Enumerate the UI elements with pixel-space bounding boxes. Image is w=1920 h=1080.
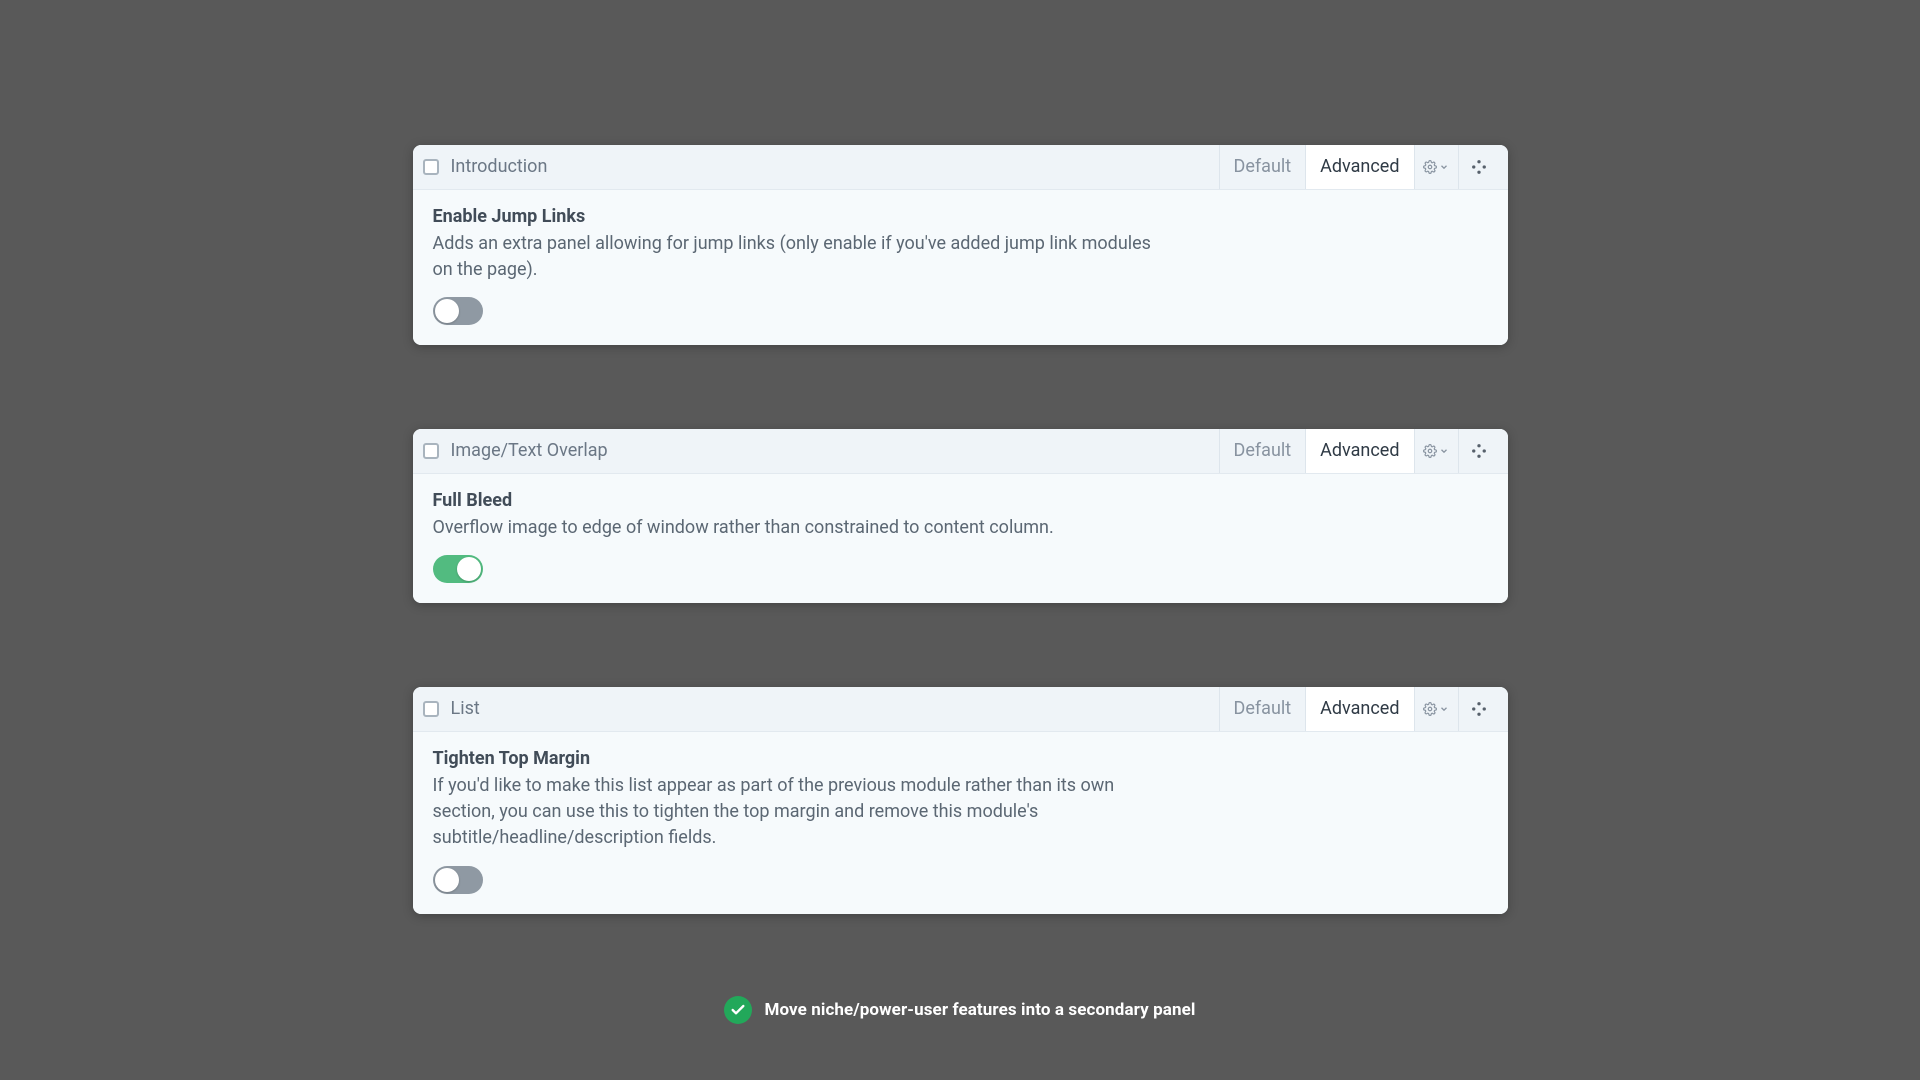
toggle-knob: [435, 868, 459, 892]
gear-icon: [1423, 160, 1437, 174]
tab-default[interactable]: Default: [1219, 429, 1306, 473]
drag-handle[interactable]: [1458, 429, 1500, 473]
setting-toggle[interactable]: [433, 555, 483, 583]
tabgroup: Default Advanced: [1219, 145, 1500, 189]
setting-toggle[interactable]: [433, 866, 483, 894]
setting-title: Tighten Top Margin: [433, 748, 1488, 769]
drag-handle[interactable]: [1458, 145, 1500, 189]
drag-icon: [1470, 700, 1488, 718]
chevron-down-icon: [1439, 446, 1449, 456]
settings-menu[interactable]: [1414, 429, 1458, 473]
drag-icon: [1470, 442, 1488, 460]
toggle-knob: [435, 299, 459, 323]
setting-title: Full Bleed: [433, 490, 1488, 511]
drag-handle[interactable]: [1458, 687, 1500, 731]
setting-toggle[interactable]: [433, 297, 483, 325]
tab-advanced[interactable]: Advanced: [1305, 429, 1413, 473]
setting-desc: If you'd like to make this list appear a…: [433, 773, 1173, 851]
tab-default[interactable]: Default: [1219, 687, 1306, 731]
module-name: List: [451, 698, 1219, 719]
toggle-knob: [457, 557, 481, 581]
settings-menu[interactable]: [1414, 687, 1458, 731]
check-icon: [730, 1002, 746, 1018]
setting-desc: Overflow image to edge of window rather …: [433, 515, 1173, 541]
setting-title: Enable Jump Links: [433, 206, 1488, 227]
module-card: Image/Text Overlap Default Advanced: [413, 429, 1508, 603]
setting-desc: Adds an extra panel allowing for jump li…: [433, 231, 1173, 283]
chevron-down-icon: [1439, 704, 1449, 714]
module-card: Introduction Default Advanced: [413, 145, 1508, 345]
module-card-header: List Default Advanced: [413, 687, 1508, 731]
drag-icon: [1470, 158, 1488, 176]
tabgroup: Default Advanced: [1219, 687, 1500, 731]
module-card-body: Full Bleed Overflow image to edge of win…: [413, 473, 1508, 603]
select-checkbox[interactable]: [423, 443, 439, 459]
tab-advanced[interactable]: Advanced: [1305, 687, 1413, 731]
select-checkbox[interactable]: [423, 701, 439, 717]
select-checkbox[interactable]: [423, 159, 439, 175]
tip-text: Move niche/power-user features into a se…: [764, 1000, 1195, 1020]
module-card-body: Tighten Top Margin If you'd like to make…: [413, 731, 1508, 913]
tabgroup: Default Advanced: [1219, 429, 1500, 473]
tab-default[interactable]: Default: [1219, 145, 1306, 189]
gear-icon: [1423, 444, 1437, 458]
chevron-down-icon: [1439, 162, 1449, 172]
module-card-body: Enable Jump Links Adds an extra panel al…: [413, 189, 1508, 345]
module-card-header: Introduction Default Advanced: [413, 145, 1508, 189]
check-badge: [724, 996, 752, 1024]
gear-icon: [1423, 702, 1437, 716]
module-name: Image/Text Overlap: [451, 440, 1219, 461]
settings-menu[interactable]: [1414, 145, 1458, 189]
module-card-header: Image/Text Overlap Default Advanced: [413, 429, 1508, 473]
module-card: List Default Advanced: [413, 687, 1508, 913]
tab-advanced[interactable]: Advanced: [1305, 145, 1413, 189]
module-name: Introduction: [451, 156, 1219, 177]
module-list: Introduction Default Advanced: [413, 145, 1508, 914]
tip-bar: Move niche/power-user features into a se…: [724, 996, 1195, 1024]
